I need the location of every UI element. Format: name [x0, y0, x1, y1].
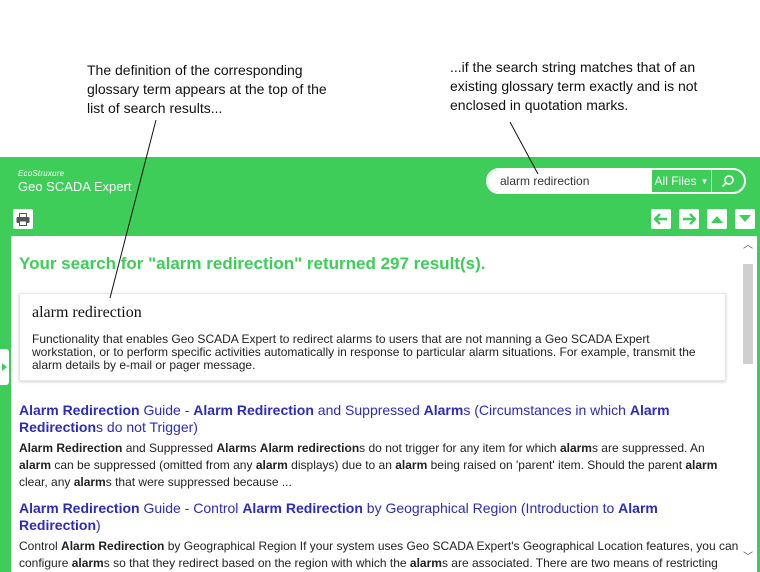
results-heading: Your search for "alarm redirection" retu…	[19, 254, 486, 273]
scrollbar-thumb[interactable]	[743, 264, 753, 364]
scroll-top-button[interactable]	[707, 209, 727, 229]
result-snippet: Control Alarm Redirection by Geographica…	[19, 538, 739, 572]
arrow-down-icon	[739, 215, 751, 222]
print-button[interactable]	[13, 209, 33, 229]
text-segment: s do not trigger for any item for which	[359, 441, 560, 455]
highlighted-term: Alarm Redirection	[193, 402, 314, 418]
brand-logo: EcoStruxure Geo SCADA Expert	[18, 169, 131, 195]
text-segment: and Suppressed	[122, 441, 217, 455]
highlighted-term: Alarm Redirection	[19, 441, 123, 455]
arrow-right-icon	[683, 213, 696, 225]
highlighted-term: alarm	[19, 458, 52, 472]
text-segment: Guide - Control	[139, 500, 243, 516]
highlighted-term: alarm	[685, 458, 718, 472]
search-results-pane: Your search for "alarm redirection" retu…	[11, 236, 757, 572]
text-segment: s are suppressed. An	[591, 441, 705, 455]
brand-product-name: Geo SCADA Expert	[18, 179, 132, 194]
text-segment: can be suppressed (omitted from any	[51, 458, 256, 472]
text-segment: s (Circumstances in which	[463, 402, 630, 418]
glossary-term: alarm redirection	[32, 304, 142, 321]
text-segment: s are associated. There are two means of…	[441, 556, 718, 570]
arrow-left-icon	[654, 213, 667, 225]
help-app-window: EcoStruxure Geo SCADA Expert All Files ▼	[0, 157, 760, 572]
search-button[interactable]	[712, 170, 744, 192]
result-title-link[interactable]: Alarm Redirection Guide - Control Alarm …	[19, 500, 739, 534]
text-segment: being raised on 'parent' item. Should th…	[427, 458, 686, 472]
highlighted-term: Alarm Redirection	[242, 500, 363, 516]
text-segment: s do not Trigger)	[96, 419, 198, 435]
highlighted-term: alarm	[255, 458, 288, 472]
highlighted-term: alarm	[559, 441, 592, 455]
caret-down-icon: ▼	[700, 176, 709, 186]
previous-topic-button[interactable]	[651, 209, 671, 229]
text-segment: s so that they redirect based on the reg…	[103, 556, 410, 570]
result-snippet: Alarm Redirection and Suppressed Alarm s …	[19, 440, 739, 491]
text-segment: )	[96, 517, 101, 533]
text-segment: s that were suppressed because ...	[105, 475, 292, 489]
glossary-definition: Functionality that enables Geo SCADA Exp…	[32, 332, 696, 372]
callout-glossary-definition: The definition of the corresponding glos…	[87, 62, 327, 116]
highlighted-term: alarm	[395, 458, 428, 472]
text-segment: Guide -	[139, 402, 194, 418]
text-segment: Control	[19, 539, 62, 553]
search-result-item: Alarm Redirection Guide - Alarm Redirect…	[19, 402, 739, 491]
highlighted-term: Alarm Redirection	[19, 500, 140, 516]
callout-exact-match: ...if the search string matches that of …	[450, 59, 698, 113]
highlighted-term: Alarm redirection	[259, 441, 360, 455]
scroll-down-icon[interactable]: ﹀	[743, 553, 753, 563]
toc-toggle-tab[interactable]	[0, 349, 9, 385]
scroll-up-icon[interactable]: ︿	[743, 241, 753, 251]
arrow-up-icon	[711, 216, 723, 223]
highlighted-term: alarm	[71, 556, 104, 570]
highlighted-term: Alarm Redirection	[61, 539, 165, 553]
text-segment: and Suppressed	[313, 402, 424, 418]
next-topic-button[interactable]	[679, 209, 699, 229]
text-segment: s	[250, 441, 260, 455]
file-filter-dropdown[interactable]: All Files ▼	[652, 170, 712, 192]
highlighted-term: Alarm	[216, 441, 251, 455]
search-bar: All Files ▼	[486, 168, 746, 194]
highlighted-term: Alarm	[423, 402, 464, 418]
scroll-bottom-button[interactable]	[735, 209, 755, 229]
highlighted-term: Alarm Redirection	[19, 402, 140, 418]
text-segment: displays) due to an	[287, 458, 396, 472]
expand-right-icon	[2, 363, 7, 371]
result-title-link[interactable]: Alarm Redirection Guide - Alarm Redirect…	[19, 402, 739, 436]
search-result-item: Alarm Redirection Guide - Control Alarm …	[19, 500, 739, 572]
vertical-scrollbar[interactable]: ︿ ﹀	[740, 236, 757, 572]
file-filter-label: All Files	[654, 174, 697, 188]
printer-icon	[16, 212, 30, 226]
glossary-definition-box: alarm redirection Functionality that ena…	[19, 293, 726, 381]
text-segment: clear, any	[19, 475, 74, 489]
magnifier-icon	[721, 175, 734, 188]
highlighted-term: alarm	[409, 556, 442, 570]
brand-top-line: EcoStruxure	[18, 169, 65, 178]
highlighted-term: alarm	[73, 475, 106, 489]
text-segment: by Geographical Region (Introduction to	[362, 500, 619, 516]
search-input[interactable]	[488, 170, 652, 192]
